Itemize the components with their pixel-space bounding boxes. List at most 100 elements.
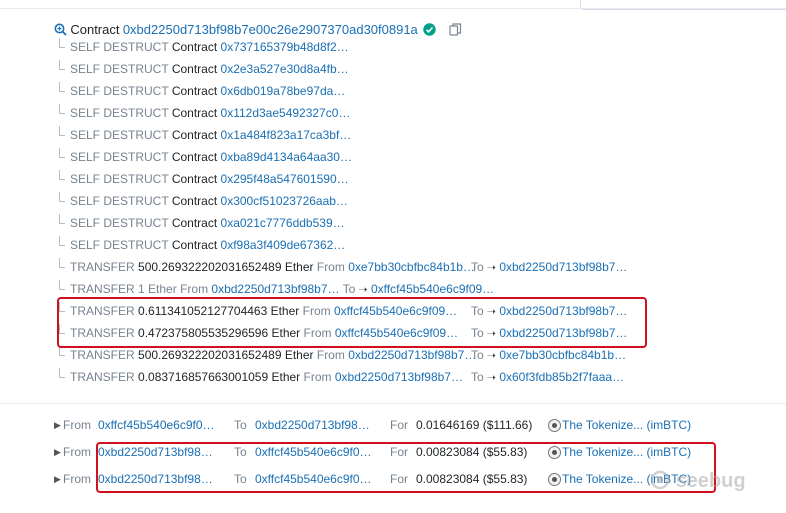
contract-address-link[interactable]: 0x6db019a78be97da…: [221, 84, 346, 98]
transfer-amount: 500.269322202031652489 Ether: [138, 260, 314, 274]
self-destruct-row: SELF DESTRUCT Contract 0xba89d4134a64aa3…: [70, 147, 352, 167]
tx-type: TRANSFER: [70, 370, 135, 384]
self-destruct-row: SELF DESTRUCT Contract 0x1a484f823a17ca3…: [70, 125, 351, 145]
contract-label: Contract: [171, 128, 218, 142]
from-address-link[interactable]: 0xffcf45b540e6c9f09…: [335, 326, 458, 340]
to-label: To: [234, 445, 247, 459]
contract-address-link[interactable]: 0x112d3ae5492327c0…: [221, 106, 351, 120]
arrow-right-icon: ➝: [483, 328, 496, 340]
for-label: For: [390, 445, 408, 459]
contract-address-link[interactable]: 0xa021c7776ddb539…: [221, 216, 345, 230]
self-destruct-row: SELF DESTRUCT Contract 0xa021c7776ddb539…: [70, 213, 345, 233]
to-address-link[interactable]: 0xbd2250d713bf98b7…: [499, 326, 627, 340]
copy-icon[interactable]: [449, 23, 462, 36]
to-address-link[interactable]: 0xffcf45b540e6c9f09…: [371, 282, 494, 296]
to-address-link[interactable]: 0xbd2250d713bf98b7…: [499, 304, 627, 318]
contract-address-link[interactable]: 0x295f48a547601590…: [221, 172, 349, 186]
from-address-link[interactable]: 0xe7bb30cbfbc84b1b…: [348, 260, 475, 274]
from-label: From: [316, 260, 345, 274]
tree-connector: [56, 169, 68, 189]
to-address-link[interactable]: 0xffcf45b540e6c9f0…: [255, 442, 372, 462]
contract-address-link[interactable]: 0x737165379b48d8f2…: [221, 40, 349, 54]
from-label: From: [180, 282, 209, 296]
contract-label: Contract: [171, 40, 218, 54]
for-label: For: [390, 472, 408, 486]
self-destruct-row: SELF DESTRUCT Contract 0xf98a3f409de6736…: [70, 235, 345, 255]
arrow-right-icon: ➝: [483, 306, 496, 318]
from-label: From: [63, 418, 91, 432]
transfer-amount: 1 Ether: [138, 282, 177, 296]
contract-address-link[interactable]: 0x1a484f823a17ca3bf…: [221, 128, 352, 142]
tx-type: SELF DESTRUCT: [70, 150, 169, 164]
from-label: From: [63, 445, 91, 459]
tx-type: TRANSFER: [70, 326, 135, 340]
contract-address-link[interactable]: 0x300cf51023726aab…: [221, 194, 348, 208]
tx-type: TRANSFER: [70, 304, 135, 318]
to-address-link[interactable]: 0xffcf45b540e6c9f0…: [255, 469, 372, 489]
to-address-link[interactable]: 0xbd2250d713bf98…: [255, 415, 370, 435]
to-address-link[interactable]: 0xe7bb30cbfbc84b1b…: [499, 348, 626, 362]
caret-right-icon: ▶: [54, 447, 61, 457]
from-label: From: [63, 472, 91, 486]
from-address-link[interactable]: 0xbd2250d713bf98…: [98, 469, 213, 489]
to-address-link[interactable]: 0x60f3fdb85b2f7faaa…: [499, 370, 624, 384]
tree-connector: [56, 257, 68, 277]
tx-type: TRANSFER: [70, 282, 135, 296]
to-label: To: [471, 326, 484, 340]
tree-connector: [56, 125, 68, 145]
from-label: From: [303, 326, 332, 340]
self-destruct-row: SELF DESTRUCT Contract 0x112d3ae5492327c…: [70, 103, 350, 123]
zoom-icon[interactable]: [54, 23, 67, 36]
tx-type: SELF DESTRUCT: [70, 216, 169, 230]
token-amount: 0.00823084 ($55.83): [416, 445, 528, 459]
from-address-link[interactable]: 0xbd2250d713bf98b7…: [335, 370, 463, 384]
contract-address-link[interactable]: 0xbd2250d713bf98b7e00c26e2907370ad30f089…: [123, 22, 418, 37]
contract-address-link[interactable]: 0xf98a3f409de67362…: [221, 238, 346, 252]
transfer-to: To ➝ 0xbd2250d713bf98b7…: [471, 301, 627, 322]
tx-type: SELF DESTRUCT: [70, 172, 169, 186]
tx-type: TRANSFER: [70, 260, 135, 274]
from-address-link[interactable]: 0xffcf45b540e6c9f0…: [98, 415, 215, 435]
arrow-right-icon: ➝: [355, 284, 368, 296]
tree-connector: [56, 301, 68, 321]
token-amount: 0.01646169 ($111.66): [416, 418, 533, 432]
from-label: From: [302, 304, 331, 318]
from-address-link[interactable]: 0xbd2250d713bf98b7…: [211, 282, 339, 296]
arrow-right-icon: ➝: [483, 372, 496, 384]
to-label: To: [234, 472, 247, 486]
transfer-amount: 0.611341052127704463 Ether: [138, 304, 300, 318]
transfer-to: To ➝ 0x60f3fdb85b2f7faaa…: [471, 367, 624, 388]
token-link[interactable]: The Tokenize... (imBTC): [562, 415, 691, 435]
tree-connector: [56, 235, 68, 255]
contract-address-link[interactable]: 0x2e3a527e30d8a4fb…: [221, 62, 349, 76]
tx-type: SELF DESTRUCT: [70, 106, 169, 120]
from-address-link[interactable]: 0xbd2250d713bf98…: [98, 442, 213, 462]
tree-connector: [56, 37, 68, 57]
transfer-amount: 0.083716857663001059 Ether: [138, 370, 301, 384]
self-destruct-row: SELF DESTRUCT Contract 0x295f48a54760159…: [70, 169, 349, 189]
contract-label: Contract: [171, 238, 218, 252]
tree-connector: [56, 59, 68, 79]
contract-address-link[interactable]: 0xba89d4134a64aa30…: [221, 150, 352, 164]
arrow-right-icon: ➝: [483, 262, 496, 274]
token-coin-icon: [548, 419, 561, 432]
to-address-link[interactable]: 0xbd2250d713bf98b7…: [499, 260, 627, 274]
tree-connector: [56, 147, 68, 167]
tree-connector: [56, 323, 68, 343]
contract-label: Contract: [171, 194, 218, 208]
tx-type: SELF DESTRUCT: [70, 84, 169, 98]
transfer-to: To ➝ 0xbd2250d713bf98b7…: [471, 323, 627, 344]
from-address-link[interactable]: 0xffcf45b540e6c9f09…: [334, 304, 457, 318]
to-label: To: [471, 304, 484, 318]
transfer-row: TRANSFER 500.269322202031652489 Ether Fr…: [70, 257, 475, 277]
tree-connector: [56, 81, 68, 101]
transfer-row: TRANSFER 500.269322202031652489 Ether Fr…: [70, 345, 476, 365]
token-link[interactable]: The Tokenize... (imBTC): [562, 442, 691, 462]
tx-type: SELF DESTRUCT: [70, 40, 169, 54]
tx-type: SELF DESTRUCT: [70, 128, 169, 142]
from-address-link[interactable]: 0xbd2250d713bf98b7…: [348, 348, 476, 362]
self-destruct-row: SELF DESTRUCT Contract 0x6db019a78be97da…: [70, 81, 345, 101]
contract-label: Contract: [171, 172, 218, 186]
to-label: To: [471, 348, 484, 362]
tree-connector: [56, 345, 68, 365]
